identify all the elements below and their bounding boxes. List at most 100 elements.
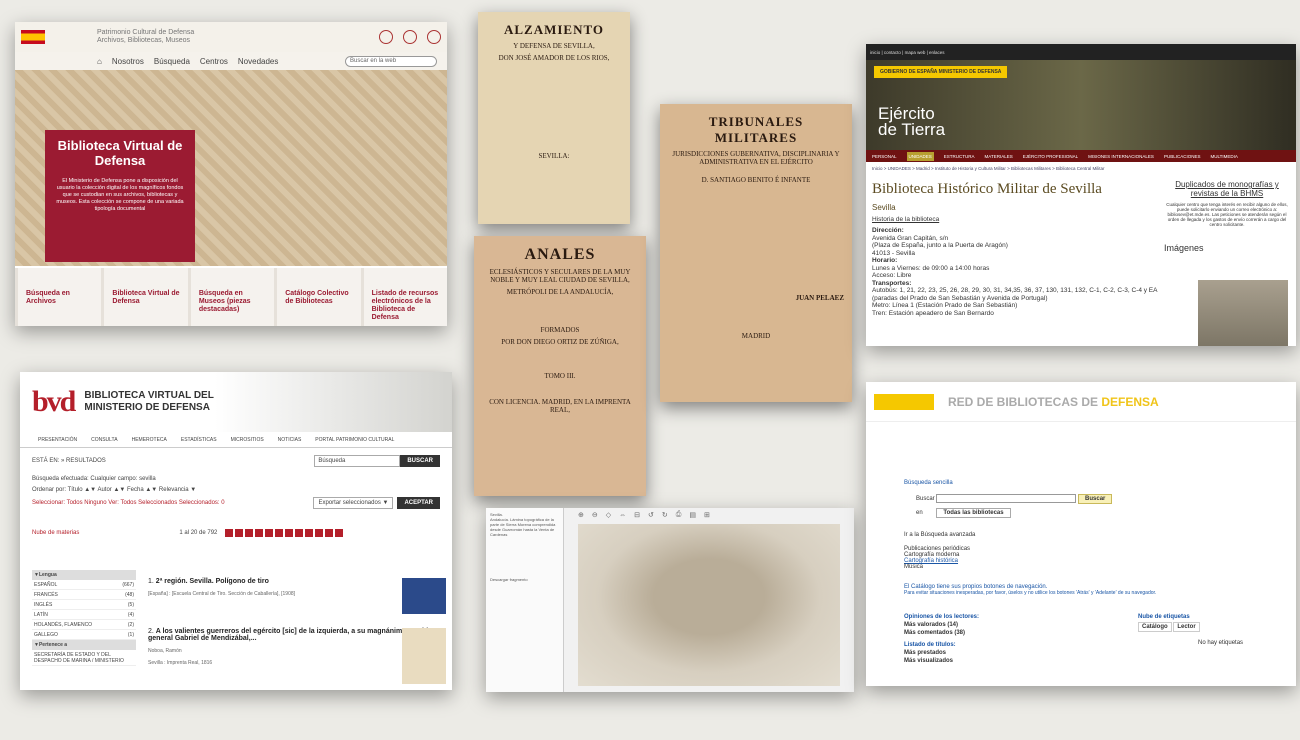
search-button[interactable]: Buscar bbox=[1078, 494, 1113, 505]
result-thumbnail[interactable] bbox=[402, 628, 446, 684]
red-bibliotecas-screenshot: RED DE BIBLIOTECAS DE DEFENSA Búsqueda s… bbox=[866, 382, 1296, 686]
tile-recursos[interactable]: Listado de recursos electrónicos de la B… bbox=[360, 268, 447, 326]
rotate-right-icon[interactable]: ↻ bbox=[662, 511, 668, 519]
search-input[interactable]: Buscar en la web bbox=[345, 55, 437, 67]
most-lent-link[interactable]: Más prestados bbox=[904, 650, 979, 656]
bvd-nav: ⌂ Nosotros Búsqueda Centros Novedades Bu… bbox=[15, 52, 447, 70]
zoom-out-icon[interactable]: ⊖ bbox=[592, 511, 598, 519]
book-subtitle: Y DEFENSA DE SEVILLA, bbox=[513, 42, 595, 50]
top-rated-link[interactable]: Más valorados (14) bbox=[904, 622, 979, 628]
facet-item[interactable]: GALLEGO (1) bbox=[32, 630, 136, 640]
book-cover-anales: ANALES ECLESIÁSTICOS Y SECULARES DE LA M… bbox=[474, 236, 646, 496]
menu-consulta[interactable]: CONSULTA bbox=[91, 437, 117, 443]
search-input[interactable]: Búsqueda bbox=[314, 455, 401, 467]
tag-cloud-link[interactable]: Nube de materias bbox=[32, 530, 79, 536]
menu-portal[interactable]: PORTAL PATRIMONIO CULTURAL bbox=[315, 437, 394, 443]
book-subtitle: JURISDICCIONES GUBERNATIVA, DISCIPLINARI… bbox=[672, 150, 840, 166]
topbar-links[interactable]: inicio | contacto | mapa web | enlaces bbox=[870, 50, 945, 55]
page-icon[interactable]: ⊟ bbox=[634, 511, 640, 519]
menu-ejercito-profesional[interactable]: EJÉRCITO PROFESIONAL bbox=[1023, 154, 1078, 159]
home-icon[interactable]: ⌂ bbox=[97, 57, 102, 66]
library-select[interactable]: Todas las bibliotecas bbox=[936, 508, 1011, 518]
facet-item[interactable]: LATÍN (4) bbox=[32, 610, 136, 620]
order-by[interactable]: Ordenar por: Título ▲▼ Autor ▲▼ Fecha ▲▼… bbox=[32, 487, 196, 493]
nav-item-nosotros[interactable]: Nosotros bbox=[112, 57, 144, 66]
tags-tabs: Catálogo Lector bbox=[1138, 622, 1243, 632]
tile-museos[interactable]: Búsqueda en Museos (piezas destacadas) bbox=[187, 268, 275, 326]
result-title[interactable]: A los valientes guerreros del egército [… bbox=[148, 628, 433, 642]
menu-misiones[interactable]: MISIONES INTERNACIONALES bbox=[1088, 154, 1154, 159]
menu-presentacion[interactable]: PRESENTACIÓN bbox=[38, 437, 77, 443]
bvmd-results-screenshot: bvd BIBLIOTECA VIRTUAL DEL MINISTERIO DE… bbox=[20, 372, 452, 690]
gov-logo bbox=[874, 393, 934, 410]
header-title-line-2: Archivos, Bibliotecas, Museos bbox=[97, 37, 190, 44]
grid-icon[interactable]: ⊞ bbox=[704, 511, 710, 519]
building-photo[interactable] bbox=[1198, 280, 1288, 346]
tile-catalogo[interactable]: Catálogo Colectivo de Bibliotecas bbox=[274, 268, 361, 326]
social-icon[interactable] bbox=[403, 30, 417, 44]
facet-belongs-header[interactable]: ▼Pertenece a bbox=[32, 640, 136, 650]
simple-search-link[interactable]: Búsqueda sencilla bbox=[904, 480, 953, 486]
zoom-in-icon[interactable]: ⊕ bbox=[578, 511, 584, 519]
social-icon[interactable] bbox=[379, 30, 393, 44]
thumbnails-icon[interactable]: ▤ bbox=[689, 511, 696, 519]
nav-item-busqueda[interactable]: Búsqueda bbox=[154, 57, 190, 66]
social-icons bbox=[379, 30, 441, 44]
width-icon[interactable]: ⇔ bbox=[619, 512, 626, 519]
search-row: Buscar Buscar bbox=[916, 494, 1113, 505]
titles-heading: Listado de títulos: bbox=[904, 642, 956, 648]
facet-item[interactable]: INGLÉS (5) bbox=[32, 600, 136, 610]
page-buttons[interactable] bbox=[225, 529, 346, 537]
brand-line-2: MINISTERIO DE DEFENSA bbox=[84, 402, 210, 413]
historic-map-image[interactable] bbox=[578, 524, 840, 686]
facet-item[interactable]: HOLANDÉS, FLAMENCO (2) bbox=[32, 620, 136, 630]
menu-estructura[interactable]: ESTRUCTURA bbox=[944, 154, 975, 159]
tile-biblioteca-virtual[interactable]: Biblioteca Virtual de Defensa bbox=[101, 268, 188, 326]
collection-item[interactable]: Música bbox=[904, 564, 970, 570]
export-select[interactable]: Exportar seleccionados ▼ bbox=[313, 497, 394, 509]
simple-search-heading: Búsqueda sencilla bbox=[904, 480, 953, 486]
top-commented-link[interactable]: Más comentados (38) bbox=[904, 630, 979, 636]
tab-lector[interactable]: Lector bbox=[1173, 622, 1200, 632]
map-download-link[interactable]: Descargar fragmento bbox=[490, 577, 559, 582]
facet-item[interactable]: ESPAÑOL (667) bbox=[32, 580, 136, 590]
facet-item[interactable]: SECRETARÍA DE ESTADO Y DEL DESPACHO DE M… bbox=[32, 650, 136, 666]
duplicates-title[interactable]: Duplicados de monografías y revistas de … bbox=[1164, 180, 1290, 198]
select-controls[interactable]: Seleccionar: Todos Ninguno Ver: Todos Se… bbox=[32, 500, 225, 506]
nav-item-centros[interactable]: Centros bbox=[200, 57, 228, 66]
result-thumbnail[interactable] bbox=[402, 578, 446, 614]
opinions-section: Opiniones de los lectores: Más valorados… bbox=[904, 614, 979, 664]
tab-catalogo[interactable]: Catálogo bbox=[1138, 622, 1172, 632]
menu-estadisticas[interactable]: ESTADÍSTICAS bbox=[181, 437, 217, 443]
fit-icon[interactable]: ◇ bbox=[606, 511, 611, 519]
search-input[interactable] bbox=[936, 494, 1077, 503]
menu-noticias[interactable]: NOTICIAS bbox=[278, 437, 302, 443]
breadcrumb[interactable]: Inicio > UNIDADES > Madrid > Instituto d… bbox=[866, 162, 1296, 175]
menu-hemeroteca[interactable]: HEMEROTECA bbox=[132, 437, 167, 443]
print-icon[interactable]: ⎙ bbox=[676, 511, 682, 519]
map-viewer-screenshot: Sevilla. Andalucía. Lámina topográfica d… bbox=[486, 508, 854, 692]
facet-item[interactable]: FRANCÉS (48) bbox=[32, 590, 136, 600]
menu-materiales[interactable]: MATERIALES bbox=[985, 154, 1013, 159]
menu-unidades[interactable]: UNIDADES bbox=[906, 151, 934, 161]
opinions-heading: Opiniones de los lectores: bbox=[904, 614, 980, 620]
tile-archivos[interactable]: Búsqueda en Archivos bbox=[15, 268, 102, 326]
map-side-text[interactable]: Andalucía. Lámina topográfica de la part… bbox=[490, 517, 559, 537]
facet-language-header[interactable]: ▼Lengua bbox=[32, 570, 136, 580]
bvmd-logo: bvd bbox=[32, 385, 76, 418]
rotate-left-icon[interactable]: ↺ bbox=[648, 511, 654, 519]
ejercito-topbar: inicio | contacto | mapa web | enlaces bbox=[866, 44, 1296, 60]
menu-personal[interactable]: PERSONAL bbox=[872, 154, 897, 159]
menu-multimedia[interactable]: MULTIMEDIA bbox=[1210, 154, 1237, 159]
accept-button[interactable]: ACEPTAR bbox=[397, 497, 440, 509]
menu-publicaciones[interactable]: PUBLICACIONES bbox=[1164, 154, 1201, 159]
search-button[interactable]: BUSCAR bbox=[400, 455, 440, 467]
red-title: RED DE BIBLIOTECAS DE DEFENSA bbox=[948, 395, 1159, 409]
book-title: ANALES bbox=[524, 246, 596, 263]
result-title[interactable]: 2ª región. Sevilla. Polígono de tiro bbox=[156, 578, 269, 585]
advanced-search-link[interactable]: Ir a la Búsqueda avanzada bbox=[904, 532, 975, 538]
social-icon[interactable] bbox=[427, 30, 441, 44]
most-viewed-link[interactable]: Más visualizados bbox=[904, 658, 979, 664]
nav-item-novedades[interactable]: Novedades bbox=[238, 57, 278, 66]
menu-micrositios[interactable]: MICROSITIOS bbox=[231, 437, 264, 443]
